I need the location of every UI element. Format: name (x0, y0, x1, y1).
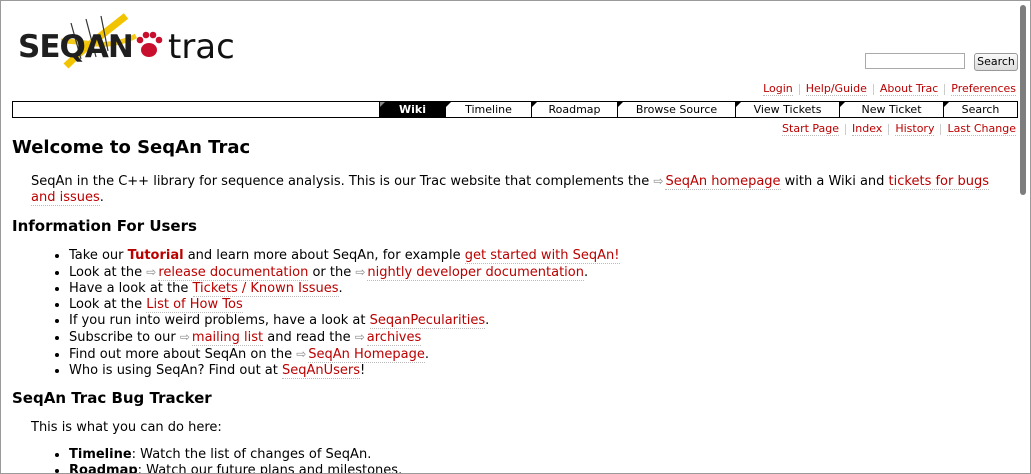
separator (944, 83, 946, 95)
separator (872, 83, 874, 95)
list-item: If you run into weird problems, have a l… (69, 313, 620, 329)
logo-seqan-text: SEQAN (18, 29, 134, 65)
meta-nav: Login Help/Guide About Trac Preferences (763, 82, 1016, 96)
item-text: and read the (263, 330, 355, 345)
tab-view-tickets[interactable]: View Tickets (735, 102, 839, 117)
paw-icon (136, 31, 163, 57)
list-item: Timeline: Watch the list of changes of S… (69, 447, 402, 463)
list-item: Look at the ⇨release documentation or th… (69, 264, 620, 281)
users-list: Take our Tutorial and learn more about S… (51, 248, 620, 379)
page-title: Welcome to SeqAn Trac (12, 137, 251, 158)
list-item: Find out more about SeqAn on the ⇨SeqAn … (69, 346, 620, 363)
external-link-icon: ⇨ (179, 330, 190, 344)
item-text: Find out more about SeqAn on the (69, 347, 297, 362)
start-page-link[interactable]: Start Page (782, 122, 840, 136)
intro-text: . (99, 190, 104, 205)
index-link[interactable]: Index (852, 122, 883, 136)
intro-text: with a Wiki and (780, 174, 889, 189)
tab-timeline[interactable]: Timeline (445, 102, 531, 117)
search-button[interactable]: Search (974, 53, 1018, 71)
tab-browse-source[interactable]: Browse Source (617, 102, 735, 117)
external-link-icon: ⇨ (653, 174, 664, 188)
vertical-scrollbar[interactable] (1019, 2, 1029, 472)
list-item: Subscribe to our ⇨mailing list and read … (69, 329, 620, 346)
scrollbar-thumb[interactable] (1020, 5, 1026, 195)
item-text: and learn more about SeqAn, for example (183, 248, 465, 263)
tracker-heading: SeqAn Trac Bug Tracker (12, 389, 212, 407)
list-item: Take our Tutorial and learn more about S… (69, 248, 620, 264)
get-started-link[interactable]: get started with SeqAn! (464, 248, 620, 264)
intro-text: SeqAn in the C++ library for sequence an… (31, 174, 654, 189)
list-item: Look at the List of How Tos (69, 297, 620, 313)
separator (888, 123, 890, 135)
tracker-intro: This is what you can do here: (31, 420, 222, 435)
item-text: . (583, 265, 589, 280)
tab-roadmap[interactable]: Roadmap (531, 102, 617, 117)
item-text: : Watch our future plans and milestones. (137, 463, 403, 474)
context-nav: Start Page Index History Last Change (782, 122, 1016, 136)
seqan-trac-logo[interactable]: SEQAN trac (16, 11, 235, 71)
list-item: Have a look at the Tickets / Known Issue… (69, 281, 620, 297)
login-link[interactable]: Login (763, 82, 793, 96)
list-item: Roadmap: Watch our future plans and mile… (69, 463, 403, 474)
item-text: . (485, 313, 490, 328)
known-issues-link[interactable]: Tickets / Known Issues (192, 281, 339, 297)
nightly-doc-link[interactable]: nightly developer documentation (367, 265, 584, 281)
item-text: Subscribe to our (69, 330, 180, 345)
item-text: or the (308, 265, 356, 280)
preferences-link[interactable]: Preferences (951, 82, 1016, 96)
item-text: Take our (69, 248, 128, 263)
list-item: Who is using SeqAn? Find out at SeqAnUse… (69, 363, 620, 379)
separator (798, 83, 800, 95)
peculiarities-link[interactable]: SeqanPecularities (369, 313, 486, 329)
item-text: Who is using SeqAn? Find out at (69, 363, 282, 378)
tab-wiki[interactable]: Wiki (379, 102, 445, 117)
item-text: Look at the (69, 297, 147, 312)
mailing-list-link[interactable]: mailing list (191, 330, 264, 346)
last-change-link[interactable]: Last Change (947, 122, 1016, 136)
external-link-icon: ⇨ (146, 265, 157, 279)
separator (940, 123, 942, 135)
logo-trac-text: trac (168, 27, 235, 67)
separator (845, 123, 847, 135)
search-input[interactable] (865, 53, 965, 69)
item-text: . (424, 347, 430, 362)
item-text: : Watch the list of changes of SeqAn. (131, 447, 372, 462)
external-link-icon: ⇨ (355, 265, 366, 279)
intro-paragraph: SeqAn in the C++ library for sequence an… (31, 173, 1006, 206)
release-doc-link[interactable]: release documentation (158, 265, 309, 281)
history-link[interactable]: History (895, 122, 935, 136)
item-bold: Timeline (69, 447, 132, 462)
external-link-icon: ⇨ (296, 347, 307, 361)
item-text: . (338, 281, 343, 296)
item-bold: Roadmap (69, 463, 138, 474)
tracker-list: Timeline: Watch the list of changes of S… (51, 447, 403, 474)
item-text: ! (360, 363, 366, 378)
browser-frame: SEQAN trac Search Login Help/Guide About T… (0, 0, 1031, 474)
help-guide-link[interactable]: Help/Guide (805, 82, 867, 96)
external-link-icon: ⇨ (354, 330, 365, 344)
about-trac-link[interactable]: About Trac (879, 82, 939, 96)
item-text: If you run into weird problems, have a l… (69, 313, 370, 328)
archives-link[interactable]: archives (366, 330, 422, 346)
tab-search[interactable]: Search (943, 102, 1017, 117)
how-tos-link[interactable]: List of How Tos (146, 297, 243, 313)
seqan-homepage-link-2[interactable]: SeqAn Homepage (308, 347, 425, 363)
main-nav: Wiki Timeline Roadmap Browse Source View… (12, 101, 1018, 118)
seqan-homepage-link[interactable]: SeqAn homepage (665, 174, 781, 190)
seqan-users-link[interactable]: SeqAnUsers (282, 363, 361, 379)
item-text: Have a look at the (69, 281, 193, 296)
tab-new-ticket[interactable]: New Ticket (839, 102, 943, 117)
tutorial-link[interactable]: Tutorial (128, 248, 184, 263)
users-heading: Information For Users (12, 217, 197, 235)
item-text: Look at the (69, 265, 147, 280)
